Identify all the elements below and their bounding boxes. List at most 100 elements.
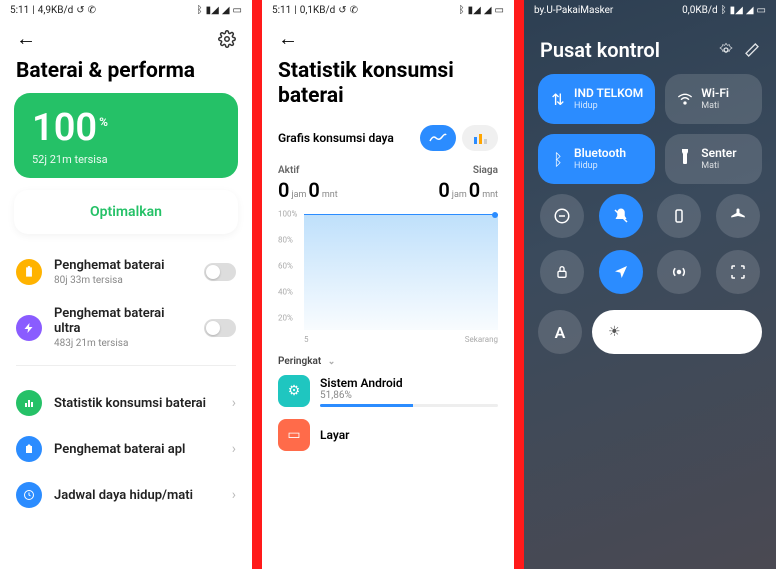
graph-line-button[interactable] — [420, 125, 456, 151]
tile-wifi[interactable]: Wi-FiMati — [665, 74, 762, 124]
row-title: Jadwal daya hidup/mati — [54, 488, 220, 503]
battery-percent: 100 — [32, 106, 97, 150]
tile-bluetooth[interactable]: ᛒ BluetoothHidup — [538, 134, 655, 184]
stats-icon — [16, 390, 42, 416]
chevron-right-icon: › — [232, 487, 236, 503]
whatsapp-icon: ✆ — [88, 5, 96, 16]
status-time: 5:11 — [272, 5, 291, 16]
ultra-saver-icon — [16, 315, 42, 341]
settings-icon[interactable] — [718, 42, 734, 58]
divider — [16, 365, 236, 366]
page-title: Baterai & performa — [0, 55, 252, 93]
edit-icon[interactable] — [744, 42, 760, 58]
row-sub: 80j 33m tersisa — [54, 275, 192, 286]
bluetooth-icon: ᛒ — [197, 5, 203, 16]
tile-flashlight[interactable]: SenterMati — [665, 134, 762, 184]
ultra-saver-toggle[interactable] — [204, 319, 236, 337]
bluetooth-icon: ᛒ — [550, 150, 566, 169]
app-saver-icon — [16, 436, 42, 462]
battery-icon: ▭ — [233, 5, 242, 16]
chart-plot — [304, 214, 498, 330]
app-pct: 51,86% — [320, 390, 498, 401]
battery-chart: 100% 80% 60% 40% 20% 5 Sekarang — [278, 214, 498, 344]
whatsapp-icon: ✆ — [350, 5, 358, 16]
flashlight-icon — [677, 149, 693, 169]
battery-icon: ▭ — [495, 5, 504, 16]
tile-mobile-data[interactable]: ⇅ IND TELKOMHidup — [538, 74, 655, 124]
bluetooth-icon: ᛒ — [459, 5, 465, 16]
status-net: 0,0KB/d — [682, 5, 717, 16]
chevron-right-icon: › — [232, 395, 236, 411]
data-icon: ⇅ — [550, 90, 566, 109]
android-icon: ⚙ — [278, 375, 310, 407]
status-bar: by.U-PakaiMasker 0,0KB/d ᛒ ▮◢ ◢ ▭ — [524, 0, 776, 20]
signal-icon: ◢ — [484, 5, 492, 16]
app-name: Sistem Android — [320, 376, 498, 390]
chart-endpoint-dot — [492, 212, 498, 218]
schedule-icon — [16, 482, 42, 508]
battery-card: 100% 52j 21m tersisa — [14, 93, 238, 178]
status-net: 4,9KB/d — [38, 5, 73, 16]
bluetooth-icon: ᛒ — [721, 5, 727, 16]
screenshot-divider — [514, 0, 524, 569]
battery-saver-row[interactable]: Penghemat baterai 80j 33m tersisa — [0, 248, 252, 296]
page-title: Pusat kontrol — [540, 38, 660, 62]
ultra-saver-row[interactable]: Penghemat baterai ultra 483j 21m tersisa — [0, 296, 252, 359]
toggle-mute[interactable] — [599, 194, 643, 238]
back-button[interactable]: ← — [16, 26, 36, 51]
optimize-button[interactable]: Optimalkan — [14, 190, 238, 234]
status-time: 5:11 — [10, 5, 29, 16]
toggle-screenshot[interactable] — [716, 250, 760, 294]
chevron-right-icon: › — [232, 441, 236, 457]
screen-icon: ▭ — [278, 419, 310, 451]
row-title: Penghemat baterai — [54, 258, 192, 273]
sync-icon: ↺ — [76, 5, 84, 16]
brightness-icon: ☀ — [608, 324, 621, 340]
chevron-down-icon[interactable]: ⌄ — [328, 357, 336, 367]
row-title: Statistik konsumsi baterai — [54, 396, 220, 411]
active-time: 0jam 0mnt — [278, 178, 338, 202]
status-bar: 5:11 | 0,1KB/d ↺ ✆ ᛒ ▮◢ ◢ ▭ — [262, 0, 514, 20]
toggle-dnd[interactable] — [540, 194, 584, 238]
signal-icon: ◢ — [222, 5, 230, 16]
active-label: Aktif — [278, 165, 299, 176]
row-title: Penghemat baterai ultra — [54, 306, 192, 336]
graph-label: Grafis konsumsi daya — [278, 131, 394, 145]
carrier: by.U-PakaiMasker — [534, 5, 613, 16]
battery-saver-icon — [16, 259, 42, 285]
app-name: Layar — [320, 428, 498, 442]
signal-icon: ▮◢ — [468, 5, 481, 16]
idle-label: Siaga — [473, 165, 498, 176]
phone-battery-performance: 5:11 | 4,9KB/d ↺ ✆ ᛒ ▮◢ ◢ ▭ ← Baterai & … — [0, 0, 252, 569]
toggle-auto-brightness[interactable]: A — [538, 310, 582, 354]
row-title: Penghemat baterai apl — [54, 442, 220, 457]
phone-battery-stats: 5:11 | 0,1KB/d ↺ ✆ ᛒ ▮◢ ◢ ▭ ← Statistik … — [262, 0, 514, 569]
sync-icon: ↺ — [338, 5, 346, 16]
row-sub: 483j 21m tersisa — [54, 338, 192, 349]
back-button[interactable]: ← — [278, 26, 298, 50]
battery-icon: ▭ — [757, 5, 766, 16]
app-row-screen[interactable]: ▭ Layar — [262, 413, 514, 457]
phone-control-center: by.U-PakaiMasker 0,0KB/d ᛒ ▮◢ ◢ ▭ Pusat … — [524, 0, 776, 569]
wifi-icon — [677, 90, 693, 109]
status-bar: 5:11 | 4,9KB/d ↺ ✆ ᛒ ▮◢ ◢ ▭ — [0, 0, 252, 20]
status-net: 0,1KB/d — [300, 5, 335, 16]
brightness-slider[interactable]: ☀ — [592, 310, 762, 354]
signal-icon: ▮◢ — [730, 5, 743, 16]
battery-estimate: 52j 21m tersisa — [32, 153, 220, 166]
battery-saver-toggle[interactable] — [204, 263, 236, 281]
app-saver-link[interactable]: Penghemat baterai apl › — [0, 426, 252, 472]
toggle-location[interactable] — [599, 250, 643, 294]
idle-time: 0jam 0mnt — [438, 178, 498, 202]
settings-icon[interactable] — [218, 30, 236, 48]
schedule-link[interactable]: Jadwal daya hidup/mati › — [0, 472, 252, 518]
toggle-autorotate[interactable] — [657, 194, 701, 238]
graph-bars-button[interactable] — [462, 125, 498, 151]
page-title: Statistik konsumsi baterai — [262, 55, 514, 117]
app-row-system[interactable]: ⚙ Sistem Android 51,86% — [262, 369, 514, 413]
rank-label: Peringkat — [278, 356, 321, 367]
stats-link[interactable]: Statistik konsumsi baterai › — [0, 380, 252, 426]
toggle-hotspot[interactable] — [657, 250, 701, 294]
toggle-lock[interactable] — [540, 250, 584, 294]
toggle-airplane[interactable] — [716, 194, 760, 238]
